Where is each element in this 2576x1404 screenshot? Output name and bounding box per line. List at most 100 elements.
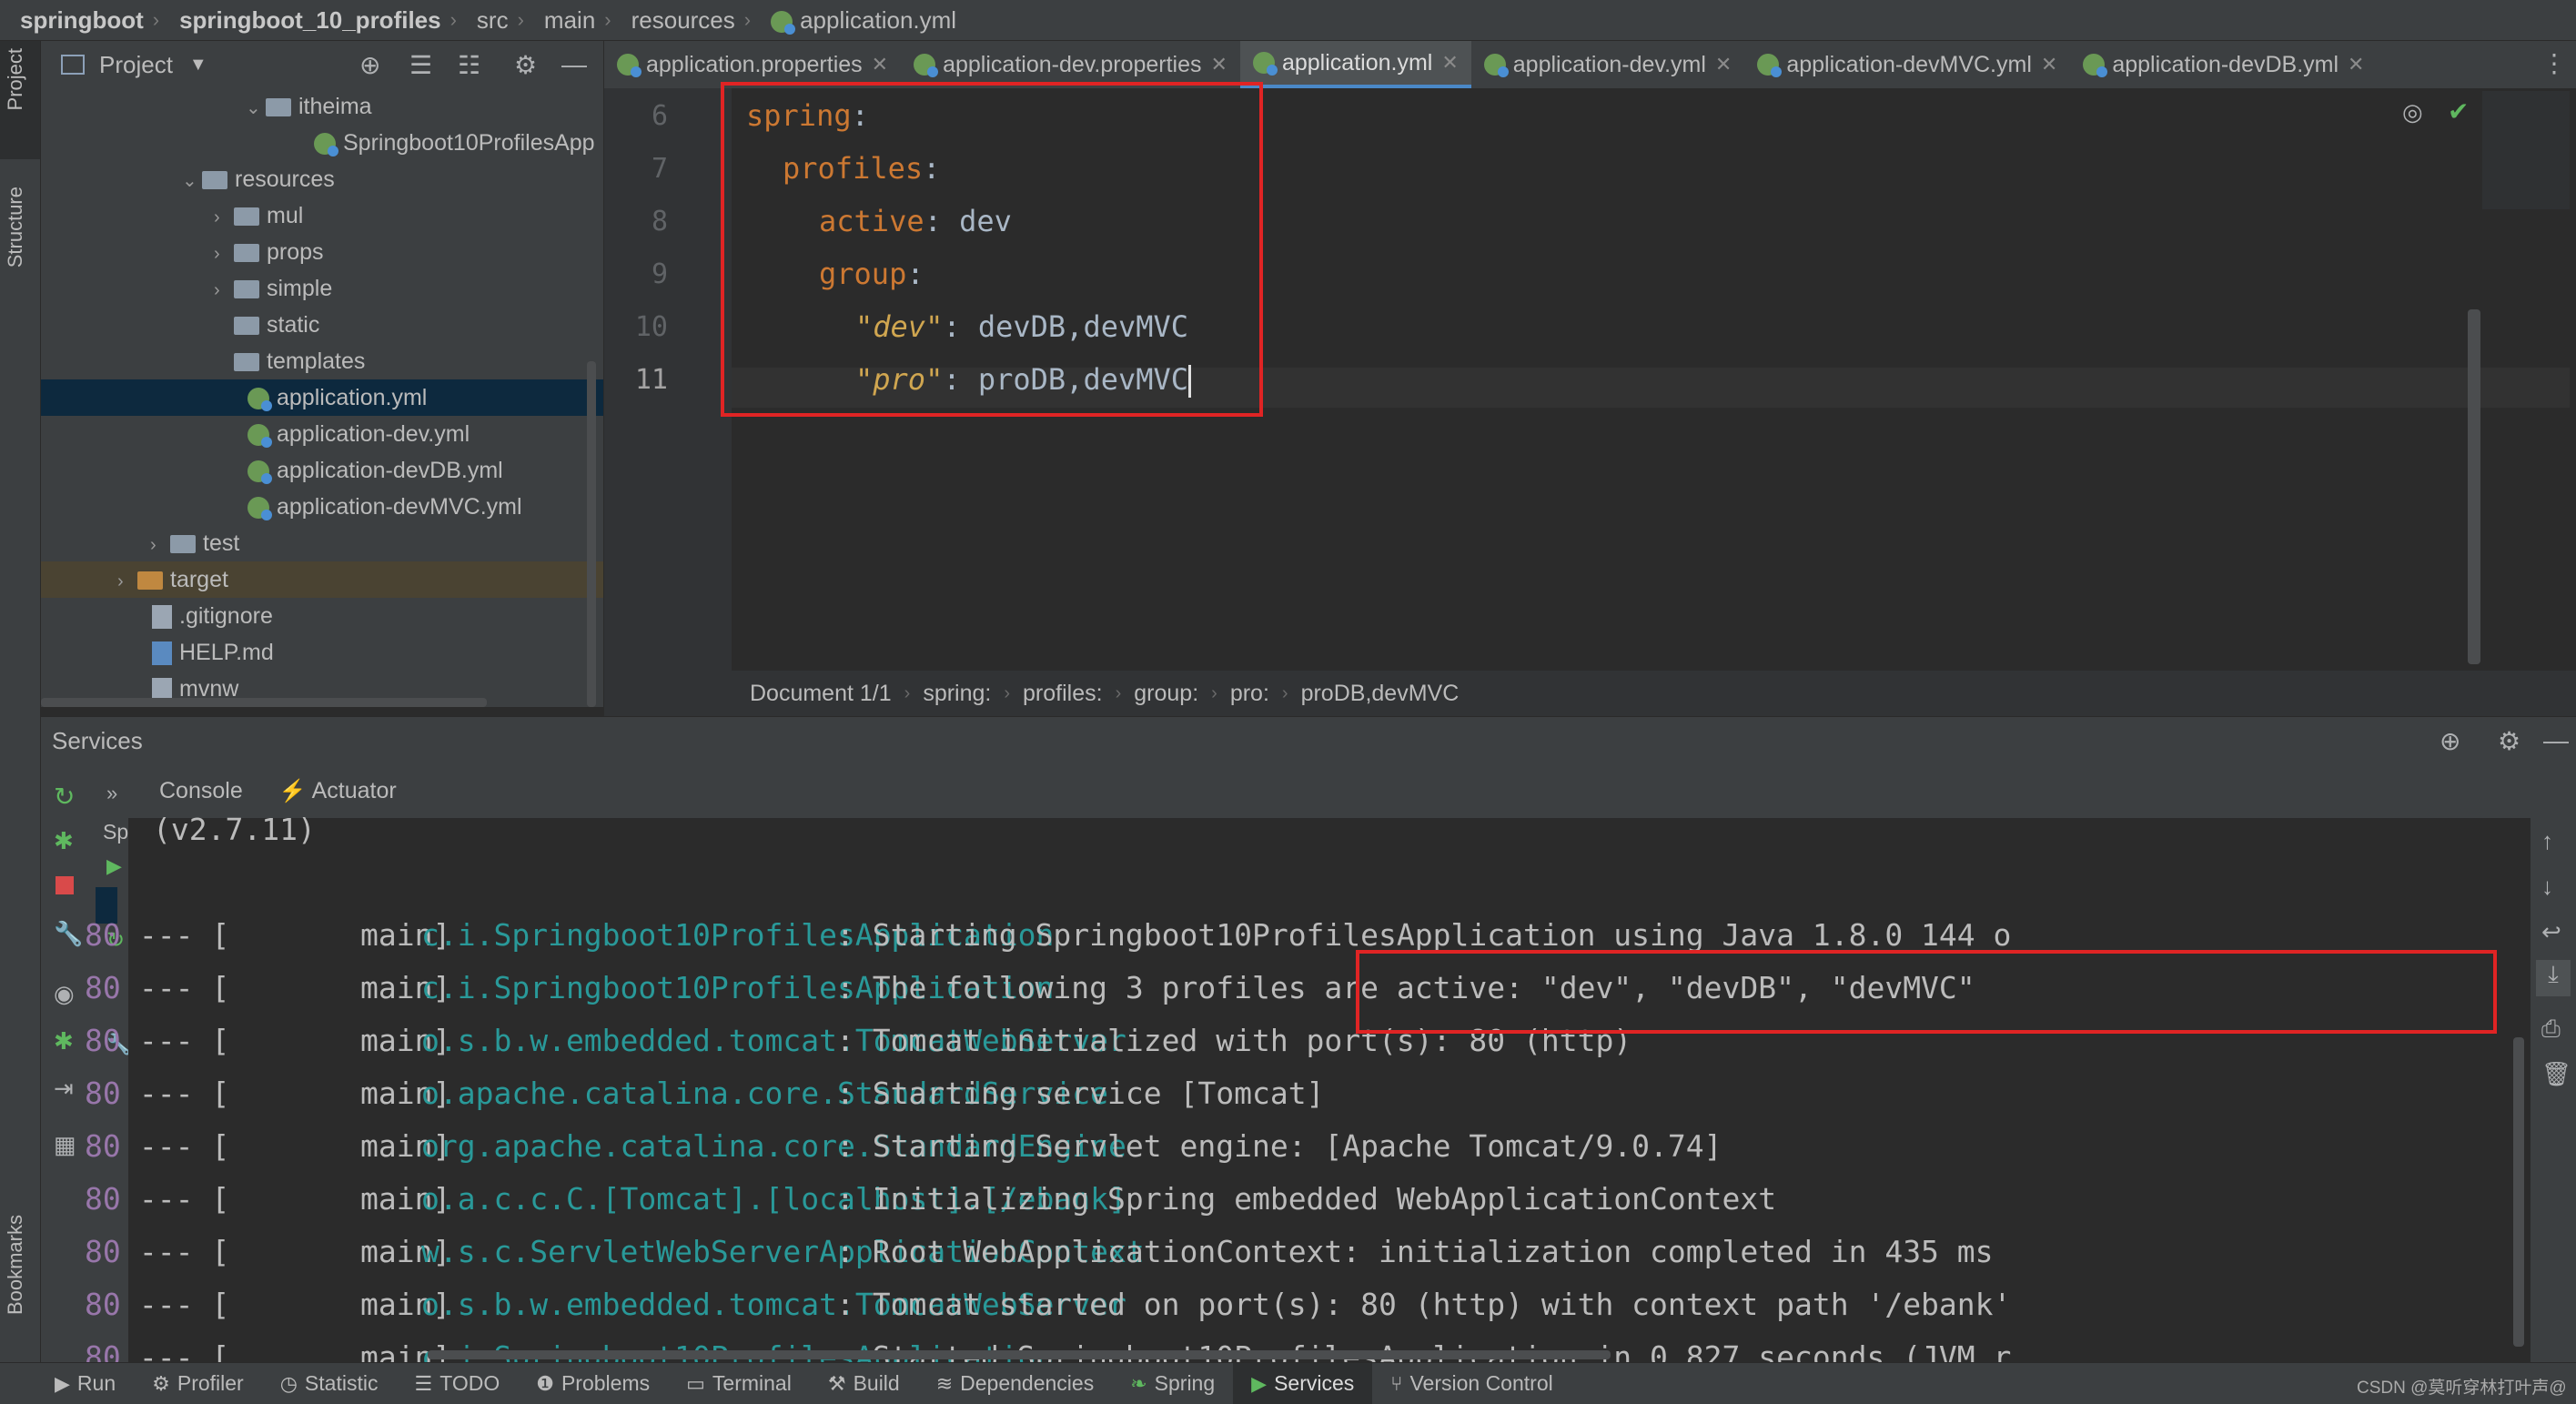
debug-icon[interactable]: ✱ (54, 827, 74, 855)
navigation-bar: springboot › springboot_10_profiles › src ›… (0, 0, 2576, 41)
expand-icon[interactable]: » (106, 782, 117, 805)
expand-all-icon[interactable]: ☰ (409, 50, 432, 80)
rerun-icon[interactable]: ↻ (54, 782, 75, 812)
tree-item-target[interactable]: › target (41, 561, 603, 598)
collapse-all-icon[interactable]: ☷ (458, 50, 480, 80)
breadcrumb-value[interactable]: proDB,devMVC (1288, 681, 1472, 707)
arrow-down-icon[interactable]: ↓ (2541, 873, 2553, 901)
trash-icon[interactable]: 🗑 (2541, 1060, 2571, 1088)
tab-label: application.properties (646, 51, 863, 77)
tree-item-resources[interactable]: ⌄ resources (41, 161, 603, 197)
project-tree-hscrollbar[interactable] (41, 698, 487, 707)
tool-button-profiler[interactable]: ⚙ Profiler (134, 1363, 262, 1404)
tab-application-yml[interactable]: application.yml ✕ (1239, 41, 1471, 88)
line-number: 10 (634, 311, 668, 343)
tool-button-statistic[interactable]: ◷ Statistic (262, 1363, 397, 1404)
folder-icon (234, 280, 259, 299)
breadcrumb-file[interactable]: application.yml (751, 6, 965, 35)
soft-wrap-icon[interactable]: ↩ (2541, 918, 2561, 946)
minimize-icon[interactable]: — (2543, 726, 2569, 755)
print-icon[interactable]: ⎙ (2541, 1015, 2561, 1044)
tree-item-simple[interactable]: › simple (41, 270, 603, 307)
debug-settings-icon[interactable]: ✱ (54, 1027, 74, 1056)
tool-button-version-control[interactable]: ⑂ Version Control (1372, 1363, 1571, 1404)
exit-icon[interactable]: ⇥ (54, 1075, 74, 1103)
close-icon[interactable]: ✕ (1211, 53, 1227, 76)
minimize-icon[interactable]: — (561, 50, 587, 79)
breadcrumb-main[interactable]: main (524, 6, 604, 35)
tab-console[interactable]: Console (150, 778, 252, 804)
spring-yml-icon (247, 388, 272, 412)
tree-item-itheima[interactable]: ⌄ itheima (41, 88, 603, 125)
close-icon[interactable]: ✕ (1715, 53, 1732, 76)
console-scrollbar[interactable] (2513, 1037, 2524, 1347)
gear-icon[interactable]: ⚙ (2498, 726, 2520, 756)
project-tool-button[interactable]: Project (0, 41, 40, 159)
camera-icon[interactable]: ◉ (54, 980, 75, 1008)
close-icon[interactable]: ✕ (1441, 51, 1458, 75)
log-pid: 80 (85, 1023, 121, 1058)
tool-button-run[interactable]: ▶ Run (36, 1363, 134, 1404)
tree-item-test[interactable]: › test (41, 525, 603, 561)
structure-tool-button[interactable]: Structure (0, 168, 40, 314)
arrow-up-icon[interactable]: ↑ (2541, 827, 2553, 855)
highlight-box-profiles (1356, 950, 2497, 1034)
tree-item-static[interactable]: static (41, 307, 603, 343)
services-title: Services (52, 726, 143, 754)
bookmarks-tool-button[interactable]: Bookmarks (0, 1197, 40, 1351)
tool-button-problems[interactable]: ❶ Problems (518, 1363, 668, 1404)
tool-button-spring[interactable]: ❧ Spring (1112, 1363, 1233, 1404)
editor-scrollbar[interactable] (2468, 309, 2480, 664)
tab-application-devdb-yml[interactable]: application-devDB.yml ✕ (2070, 41, 2377, 88)
tab-application-dev-yml[interactable]: application-dev.yml ✕ (1471, 41, 1745, 88)
locate-icon[interactable]: ⊕ (2440, 726, 2460, 756)
tree-item-label: resources (235, 167, 335, 192)
tool-button-terminal[interactable]: ▭ Terminal (668, 1363, 810, 1404)
breadcrumb-pro[interactable]: pro: (1217, 681, 1282, 707)
project-tree-scrollbar[interactable] (587, 361, 596, 707)
chevron-down-icon[interactable]: ▼ (189, 55, 207, 76)
breadcrumb-resources[interactable]: resources (611, 6, 744, 35)
wrench-icon[interactable]: 🔧 (54, 920, 83, 948)
tree-item-application-dev-yml[interactable]: application-dev.yml (41, 416, 603, 452)
stop-icon[interactable] (56, 876, 74, 894)
console-hscrollbar[interactable] (428, 1350, 1611, 1359)
scroll-to-end-icon[interactable]: ⤓ (2536, 960, 2571, 996)
tab-application-devmvc-yml[interactable]: application-devMVC.yml ✕ (1744, 41, 2070, 88)
close-icon[interactable]: ✕ (2041, 53, 2057, 76)
breadcrumb-group[interactable]: group: (1121, 681, 1211, 707)
tool-button-build[interactable]: ⚒ Build (810, 1363, 918, 1404)
tree-item-help-md[interactable]: HELP.md (41, 634, 603, 671)
breadcrumb-document[interactable]: Document 1/1 (737, 681, 904, 707)
tree-item-application-devdb-yml[interactable]: application-devDB.yml (41, 452, 603, 489)
service-node-label[interactable]: Sp (103, 820, 128, 844)
close-icon[interactable]: ✕ (872, 53, 888, 76)
breadcrumb-module[interactable]: springboot_10_profiles (159, 6, 450, 35)
project-panel-title[interactable]: Project (99, 51, 173, 79)
minimap[interactable] (2482, 91, 2570, 209)
breadcrumb-profiles[interactable]: profiles: (1010, 681, 1116, 707)
tree-item-application-devmvc-yml[interactable]: application-devMVC.yml (41, 489, 603, 525)
reader-mode-icon[interactable]: ◎ (2402, 98, 2423, 126)
play-icon[interactable]: ▶ (106, 854, 122, 878)
tree-item-gitignore[interactable]: .gitignore (41, 598, 603, 634)
close-icon[interactable]: ✕ (2348, 53, 2364, 76)
breadcrumb-src[interactable]: src (457, 6, 518, 35)
locate-icon[interactable]: ⊕ (359, 50, 380, 80)
tree-item-application-class[interactable]: Springboot10ProfilesApp (41, 125, 603, 161)
spring-class-icon (314, 133, 338, 157)
tool-button-dependencies[interactable]: ≋ Dependencies (918, 1363, 1113, 1404)
tree-item-templates[interactable]: templates (41, 343, 603, 379)
tree-item-props[interactable]: › props (41, 234, 603, 270)
breadcrumb-project[interactable]: springboot (0, 6, 153, 35)
editor-breadcrumb: Document 1/1 › spring: › profiles: › group:… (604, 671, 2576, 716)
more-tabs-icon[interactable]: ⋮ (2541, 48, 2567, 78)
tree-item-mul[interactable]: › mul (41, 197, 603, 234)
layout-icon[interactable]: ▦ (54, 1131, 76, 1159)
tool-button-services[interactable]: ▶ Services (1233, 1363, 1373, 1404)
tree-item-application-yml[interactable]: application.yml (41, 379, 603, 416)
tool-button-todo[interactable]: ☰ TODO (396, 1363, 518, 1404)
tab-actuator[interactable]: Actuator (312, 778, 397, 804)
gear-icon[interactable]: ⚙ (514, 50, 537, 80)
breadcrumb-spring[interactable]: spring: (910, 681, 1004, 707)
